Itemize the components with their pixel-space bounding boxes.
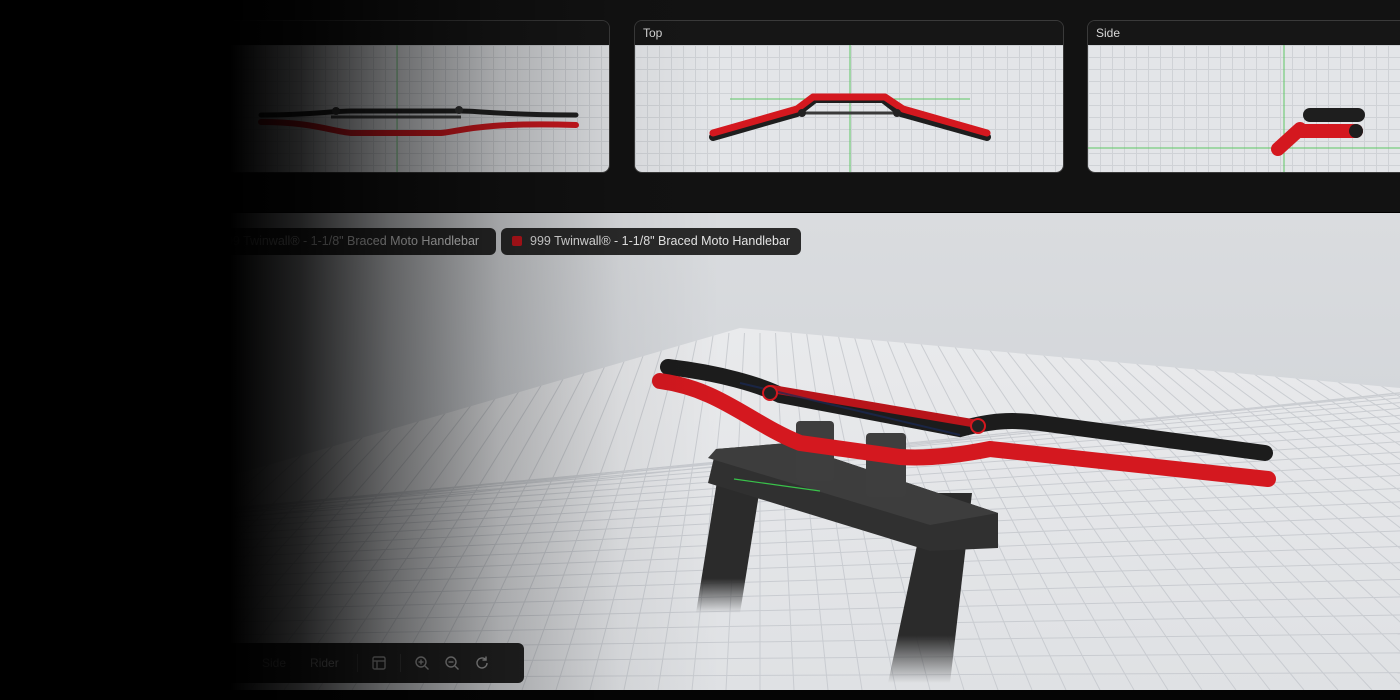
toolbar-divider — [356, 654, 358, 672]
view-strip: Top Side — [0, 0, 1400, 212]
front-view-canvas[interactable] — [181, 45, 609, 172]
handlebar-chip-red[interactable]: 999 Twinwall® - 1-1/8" Braced Moto Handl… — [501, 228, 801, 255]
top-view-title: Top — [635, 21, 1063, 45]
top-view-panel[interactable]: Top — [634, 20, 1064, 173]
view-toolbar: Side Rider — [180, 643, 524, 683]
side-view-handlebars — [1088, 45, 1400, 172]
layout-icon[interactable] — [364, 648, 394, 678]
zoom-in-icon[interactable] — [407, 648, 437, 678]
chip-swatch-red — [512, 236, 522, 246]
handlebar-chip-black[interactable]: 999 Twinwall® - 1-1/8" Braced Moto Handl… — [190, 228, 496, 255]
front-view-handlebars — [258, 45, 579, 172]
scene-3d — [0, 328, 1400, 690]
chip-label-red: 999 Twinwall® - 1-1/8" Braced Moto Handl… — [530, 234, 791, 248]
side-view-panel[interactable]: Side — [1087, 20, 1400, 173]
chip-label-black: 999 Twinwall® - 1-1/8" Braced Moto Handl… — [219, 234, 480, 248]
toolbar-divider — [399, 654, 401, 672]
front-view-panel[interactable] — [180, 20, 610, 173]
zoom-out-icon[interactable] — [437, 648, 467, 678]
chip-swatch-black — [201, 236, 211, 246]
bottom-bar — [0, 690, 1400, 700]
side-view-button[interactable]: Side — [250, 656, 298, 670]
top-view-handlebars — [709, 45, 991, 172]
main-3d-viewport[interactable]: 999 Twinwall® - 1-1/8" Braced Moto Handl… — [0, 213, 1400, 690]
side-view-canvas[interactable] — [1088, 45, 1400, 172]
rider-view-button[interactable]: Rider — [298, 656, 351, 670]
top-view-canvas[interactable] — [635, 45, 1063, 172]
front-view-title — [181, 21, 609, 45]
reset-icon[interactable] — [467, 648, 497, 678]
side-view-title: Side — [1088, 21, 1400, 45]
